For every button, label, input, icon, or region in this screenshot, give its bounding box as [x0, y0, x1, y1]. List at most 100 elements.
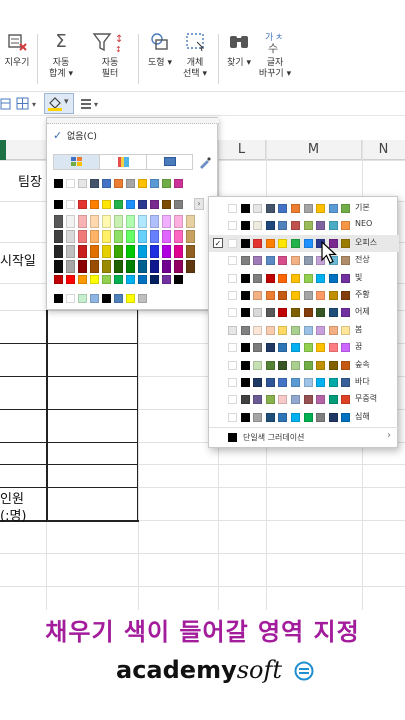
color-swatch[interactable]	[114, 294, 123, 303]
color-swatch[interactable]	[102, 260, 111, 273]
color-swatch[interactable]	[162, 200, 171, 209]
color-swatch[interactable]	[90, 294, 99, 303]
color-swatch[interactable]	[66, 179, 75, 188]
theme-option[interactable]: 숲속	[209, 357, 399, 374]
theme-option[interactable]: 기본	[209, 200, 399, 217]
color-swatch[interactable]	[66, 200, 75, 209]
color-swatch[interactable]	[54, 260, 63, 273]
color-swatch[interactable]	[66, 215, 75, 228]
color-swatch[interactable]	[78, 179, 87, 188]
color-swatch[interactable]	[114, 200, 123, 209]
color-swatch[interactable]	[150, 230, 159, 243]
cell-start-date[interactable]: 시작일	[0, 250, 36, 269]
color-swatch[interactable]	[78, 275, 87, 284]
theme-option[interactable]: 전상	[209, 252, 399, 269]
color-swatch[interactable]	[54, 200, 63, 209]
color-swatch[interactable]	[138, 215, 147, 228]
clear-button[interactable]: 지우기	[2, 30, 32, 69]
theme-option[interactable]: 꿈	[209, 339, 399, 356]
autosum-button[interactable]: Σ 자동 합계 ▾	[46, 30, 76, 80]
color-swatch[interactable]	[78, 230, 87, 243]
fill-color-button[interactable]: ▾	[44, 93, 74, 114]
color-swatch[interactable]	[66, 260, 75, 273]
autofilter-button[interactable]: ↕ ↕ 자동 필터	[88, 30, 132, 80]
color-swatch[interactable]	[150, 260, 159, 273]
color-swatch[interactable]	[186, 245, 195, 258]
color-swatch[interactable]	[78, 215, 87, 228]
color-swatch[interactable]	[102, 275, 111, 284]
color-swatch[interactable]	[162, 179, 171, 188]
eyedropper-icon[interactable]	[198, 155, 212, 169]
color-swatch[interactable]	[138, 230, 147, 243]
theme-option[interactable]: 심해	[209, 409, 399, 426]
color-swatch[interactable]	[126, 230, 135, 243]
color-swatch[interactable]	[66, 275, 75, 284]
theme-option[interactable]: 어제	[209, 304, 399, 321]
color-swatch[interactable]	[186, 260, 195, 273]
column-header-m[interactable]: M	[266, 140, 362, 160]
color-swatch[interactable]	[138, 179, 147, 188]
color-swatch[interactable]	[114, 260, 123, 273]
color-swatch[interactable]	[66, 294, 75, 303]
color-swatch[interactable]	[150, 200, 159, 209]
tab-spectrum[interactable]	[100, 155, 147, 169]
border-icon[interactable]: ▾	[16, 97, 42, 111]
color-swatch[interactable]	[54, 245, 63, 258]
color-swatch[interactable]	[138, 275, 147, 284]
color-swatch[interactable]	[174, 200, 183, 209]
color-swatch[interactable]	[126, 179, 135, 188]
color-swatch[interactable]	[54, 179, 63, 188]
color-swatch[interactable]	[102, 200, 111, 209]
color-swatch[interactable]	[174, 245, 183, 258]
cell-headcount-unit[interactable]: (:명)	[0, 505, 26, 524]
color-swatch[interactable]	[54, 230, 63, 243]
color-swatch[interactable]	[78, 245, 87, 258]
color-swatch[interactable]	[114, 215, 123, 228]
theme-option[interactable]: 빛	[209, 270, 399, 287]
theme-option[interactable]: ✓ 오피스	[209, 234, 399, 252]
cell-team-leader[interactable]: 팀장	[18, 171, 42, 190]
tab-screen-picker[interactable]	[147, 155, 193, 169]
color-swatch[interactable]	[90, 275, 99, 284]
color-swatch[interactable]	[102, 294, 111, 303]
color-swatch[interactable]	[126, 275, 135, 284]
theme-option[interactable]: 무중력	[209, 391, 399, 408]
color-swatch[interactable]	[162, 215, 171, 228]
cell-style-icon[interactable]	[0, 97, 12, 111]
no-fill-option[interactable]: 없음(C)	[67, 129, 97, 142]
color-swatch[interactable]	[66, 245, 75, 258]
color-swatch[interactable]	[90, 230, 99, 243]
color-swatch[interactable]	[126, 215, 135, 228]
find-button[interactable]: 찾기 ▾	[224, 30, 254, 69]
color-swatch[interactable]	[138, 200, 147, 209]
column-header-n[interactable]: N	[362, 140, 405, 160]
color-swatch[interactable]	[90, 200, 99, 209]
line-style-icon[interactable]: ▾	[80, 97, 104, 111]
single-color-gradient-option[interactable]: 단일색 그러데이션 ›	[209, 429, 399, 446]
color-swatch[interactable]	[150, 245, 159, 258]
color-swatch[interactable]	[150, 215, 159, 228]
color-swatch[interactable]	[162, 230, 171, 243]
color-swatch[interactable]	[78, 200, 87, 209]
replace-text-button[interactable]: 가 ㅊ 수 글자 바꾸기 ▾	[258, 30, 292, 80]
color-swatch[interactable]	[174, 260, 183, 273]
color-swatch[interactable]	[90, 260, 99, 273]
color-swatch[interactable]	[174, 230, 183, 243]
color-swatch[interactable]	[150, 275, 159, 284]
color-swatch[interactable]	[138, 260, 147, 273]
shapes-button[interactable]: 도형 ▾	[145, 30, 175, 69]
color-swatch[interactable]	[174, 215, 183, 228]
color-swatch[interactable]	[186, 230, 195, 243]
color-swatch[interactable]	[102, 245, 111, 258]
color-swatch[interactable]	[162, 245, 171, 258]
color-swatch[interactable]	[78, 260, 87, 273]
color-swatch[interactable]	[102, 215, 111, 228]
tab-theme-palette[interactable]	[54, 155, 100, 169]
color-swatch[interactable]	[138, 294, 147, 303]
color-swatch[interactable]	[126, 260, 135, 273]
color-swatch[interactable]	[114, 230, 123, 243]
color-swatch[interactable]	[54, 275, 63, 284]
theme-option[interactable]: 주황	[209, 287, 399, 304]
color-swatch[interactable]	[126, 294, 135, 303]
color-swatch[interactable]	[138, 245, 147, 258]
